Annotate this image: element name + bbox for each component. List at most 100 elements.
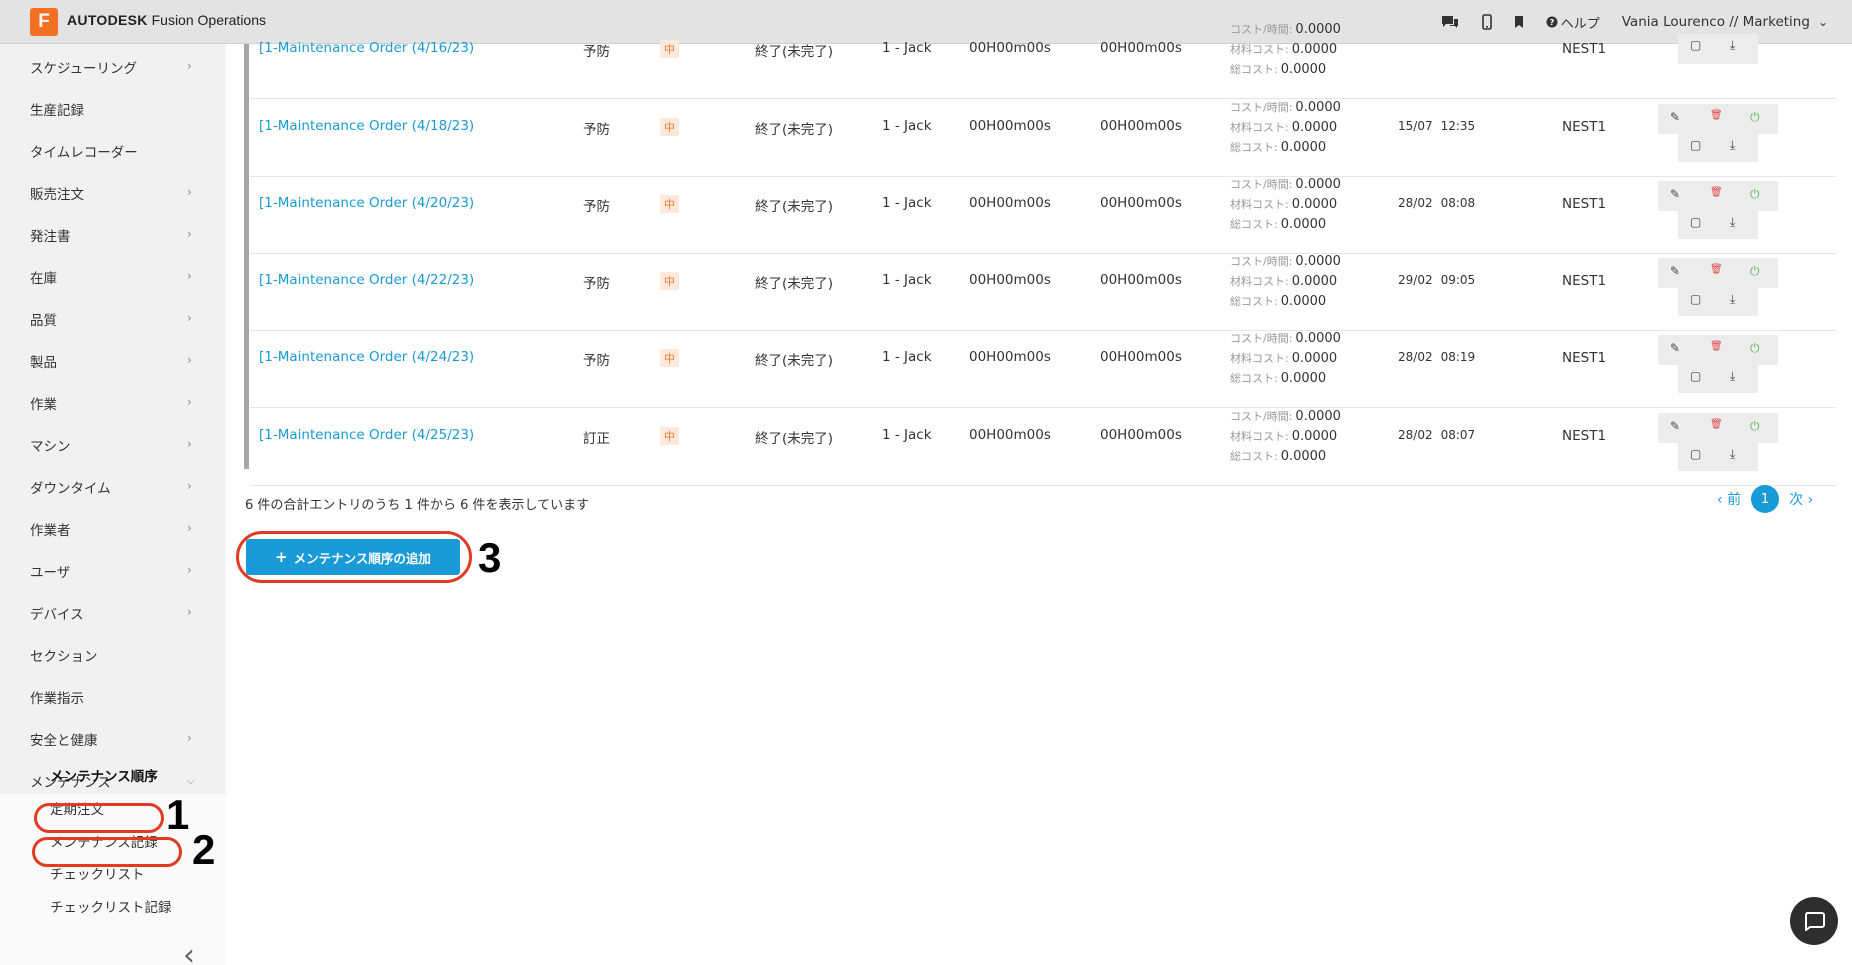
sidebar-item-2[interactable]: タイムレコーダー (0, 130, 226, 172)
sidebar-item-15[interactable]: 作業指示 (0, 676, 226, 718)
power-icon[interactable]: ⏻ (1750, 419, 1760, 434)
power-icon[interactable]: ⏻ (1750, 110, 1760, 125)
sidebar-item-5[interactable]: 在庫 › (0, 256, 226, 298)
download-icon[interactable]: ⤓ (1730, 369, 1735, 384)
sidebar-item-8[interactable]: 作業 › (0, 382, 226, 424)
submenu-item-4[interactable]: チェックリスト記録 (50, 896, 172, 916)
cost-label: コスト/時間: (1230, 23, 1293, 36)
edit-icon[interactable]: ✎ (1670, 419, 1680, 433)
sidebar-item-11[interactable]: 作業者 › (0, 508, 226, 550)
cost-value: 0.0000 (1295, 22, 1341, 37)
order-link[interactable]: [1-Maintenance Order (4/16/23) (259, 40, 474, 56)
edit-icon[interactable]: ✎ (1670, 264, 1680, 278)
edit-icon[interactable]: ✎ (1670, 341, 1680, 355)
order-link[interactable]: [1-Maintenance Order (4/22/23) (259, 272, 474, 288)
current-page-button[interactable]: 1 (1751, 485, 1780, 513)
checkbox-icon[interactable]: ▢ (1690, 292, 1701, 306)
sidebar-item-6[interactable]: 品質 › (0, 298, 226, 340)
edit-icon[interactable]: ✎ (1670, 187, 1680, 201)
cost-label: 総コスト: (1230, 141, 1278, 154)
cost-line: 材料コスト: 0.0000 (1230, 272, 1337, 292)
sidebar-item-13[interactable]: デバイス › (0, 592, 226, 634)
download-icon[interactable]: ⤓ (1730, 292, 1735, 307)
sidebar-item-label: 発注書 (30, 229, 71, 245)
checkbox-icon[interactable]: ▢ (1690, 215, 1701, 229)
operator-cell: 1 - Jack (882, 40, 932, 56)
cost-line: コスト/時間: 0.0000 (1230, 20, 1341, 40)
pagination: ‹ 前 1 次 › (1717, 485, 1813, 513)
date-cell: 28/02 08:08 (1398, 196, 1475, 210)
next-page-link[interactable]: 次 › (1789, 489, 1813, 509)
cost-line: 総コスト: 0.0000 (1230, 138, 1326, 158)
delete-icon[interactable]: 🗑 (1710, 264, 1723, 275)
sidebar-item-label: 販売注文 (30, 187, 84, 203)
checkbox-icon[interactable]: ▢ (1690, 447, 1701, 461)
cost-line: 総コスト: 0.0000 (1230, 60, 1326, 80)
delete-icon[interactable]: 🗑 (1710, 341, 1723, 352)
prev-page-link[interactable]: ‹ 前 (1717, 489, 1741, 509)
support-chat-button[interactable] (1790, 897, 1838, 945)
priority-badge: 中 (660, 195, 679, 213)
chevron-down-icon: ⌵ (187, 776, 195, 787)
product-name: Fusion Operations (151, 12, 267, 28)
sidebar-item-14[interactable]: セクション (0, 634, 226, 676)
order-link[interactable]: [1-Maintenance Order (4/20/23) (259, 195, 474, 211)
fusion-logo[interactable]: F (30, 8, 58, 36)
sidebar-item-label: デバイス (30, 607, 84, 623)
operator-cell: 1 - Jack (882, 349, 932, 365)
sidebar-item-10[interactable]: ダウンタイム › (0, 466, 226, 508)
date-cell: 28/02 08:07 (1398, 428, 1475, 442)
download-icon[interactable]: ⤓ (1730, 447, 1735, 462)
cost-line: 材料コスト: 0.0000 (1230, 195, 1337, 215)
edit-icon[interactable]: ✎ (1670, 110, 1680, 124)
date-value: 28/02 (1398, 428, 1433, 442)
order-link[interactable]: [1-Maintenance Order (4/24/23) (259, 349, 474, 365)
sidebar-item-4[interactable]: 発注書 › (0, 214, 226, 256)
priority-cell: 中 (660, 272, 679, 290)
location-cell: NEST1 (1562, 41, 1607, 57)
submenu-item-0[interactable]: メンテナンス順序 (50, 765, 158, 785)
sidebar-item-label: ユーザ (30, 565, 71, 581)
power-icon[interactable]: ⏻ (1750, 341, 1760, 356)
delete-icon[interactable]: 🗑 (1710, 187, 1723, 198)
sidebar-item-label: ダウンタイム (30, 481, 111, 497)
time-cell: 00H00m00s (1100, 195, 1182, 211)
order-link[interactable]: [1-Maintenance Order (4/18/23) (259, 118, 474, 134)
cost-label: コスト/時間: (1230, 178, 1293, 191)
date-cell: 15/07 12:35 (1398, 119, 1475, 133)
table-row: [1-Maintenance Order (4/16/23) 予防 中 終了(未完了)… (250, 22, 1836, 99)
delete-icon[interactable]: 🗑 (1710, 419, 1723, 430)
download-icon[interactable]: ⤓ (1730, 138, 1735, 153)
checkbox-icon[interactable]: ▢ (1690, 369, 1701, 383)
cost-label: コスト/時間: (1230, 410, 1293, 423)
order-link[interactable]: [1-Maintenance Order (4/25/23) (259, 427, 474, 443)
sidebar-item-1[interactable]: 生産記録 (0, 88, 226, 130)
power-icon[interactable]: ⏻ (1750, 187, 1760, 202)
cost-value: 0.0000 (1295, 177, 1341, 192)
order-type: 予防 (583, 44, 610, 60)
sidebar-item-7[interactable]: 製品 › (0, 340, 226, 382)
sidebar-item-0[interactable]: スケジューリング › (0, 46, 226, 88)
date-cell: 28/02 08:19 (1398, 350, 1475, 364)
download-icon[interactable]: ⤓ (1730, 215, 1735, 230)
time-cell: 00H00m00s (969, 272, 1051, 288)
checkbox-icon[interactable]: ▢ (1690, 38, 1701, 52)
download-icon[interactable]: ⤓ (1730, 38, 1735, 53)
collapse-sidebar-icon[interactable]: ‹ (183, 938, 195, 965)
sidebar-item-3[interactable]: 販売注文 › (0, 172, 226, 214)
sidebar-item-16[interactable]: 安全と健康 › (0, 718, 226, 760)
power-icon[interactable]: ⏻ (1750, 264, 1760, 279)
sidebar-item-label: 安全と健康 (30, 733, 98, 749)
date-value: 15/07 (1398, 119, 1433, 133)
chevron-right-icon: › (187, 605, 192, 619)
sidebar-item-label: 作業者 (30, 523, 71, 539)
sidebar-item-9[interactable]: マシン › (0, 424, 226, 466)
delete-icon[interactable]: 🗑 (1710, 110, 1723, 121)
time-cell: 00H00m00s (969, 349, 1051, 365)
cost-value: 0.0000 (1280, 371, 1327, 386)
table-left-border (244, 44, 249, 469)
cost-line: コスト/時間: 0.0000 (1230, 329, 1341, 349)
checkbox-icon[interactable]: ▢ (1690, 138, 1701, 152)
sidebar-item-12[interactable]: ユーザ › (0, 550, 226, 592)
sidebar-item-label: 生産記録 (30, 103, 84, 119)
